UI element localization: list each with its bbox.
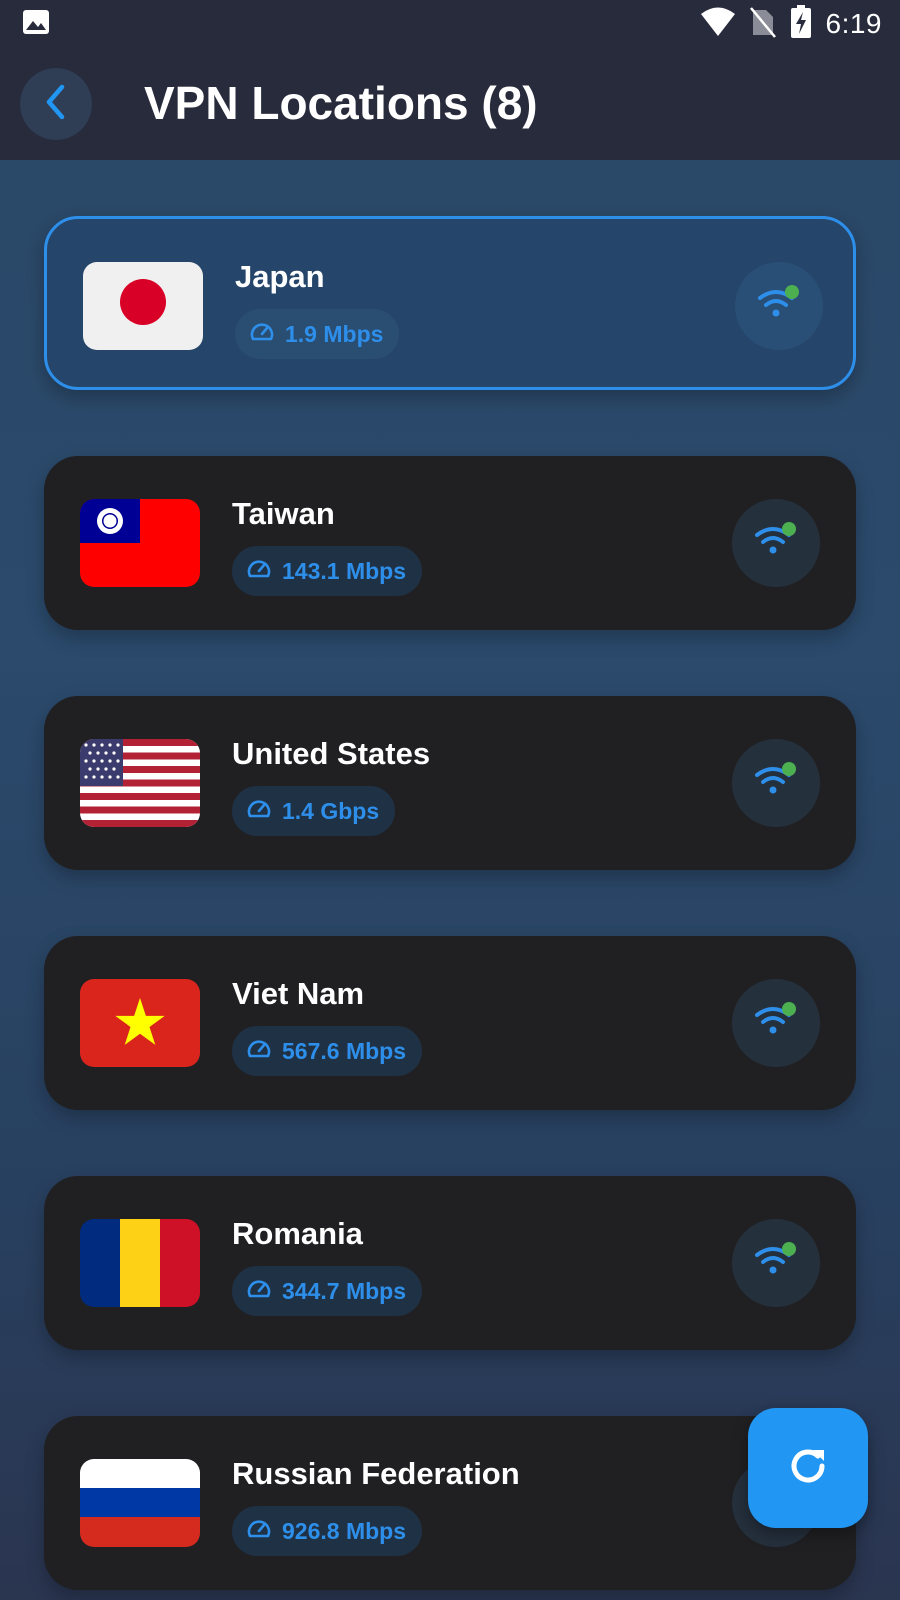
speed-value: 926.8 Mbps (282, 1517, 406, 1544)
no-sim-icon (749, 6, 776, 43)
speed-badge: 143.1 Mbps (232, 546, 422, 596)
back-button[interactable] (20, 68, 92, 140)
country-name: Viet Nam (232, 976, 365, 1011)
connect-button[interactable] (732, 739, 820, 827)
wifi-icon (700, 7, 736, 42)
chevron-left-icon (41, 82, 71, 127)
speed-value: 1.9 Mbps (285, 320, 384, 347)
location-card-viet-nam[interactable]: Viet Nam 567.6 Mbps (44, 936, 856, 1110)
wifi-signal-icon (753, 521, 799, 566)
speed-value: 567.6 Mbps (282, 1037, 406, 1064)
romania-flag-icon (80, 1219, 200, 1307)
speed-badge: 344.7 Mbps (232, 1266, 422, 1316)
speedometer-icon (246, 1518, 272, 1545)
wifi-signal-icon (753, 1001, 799, 1046)
location-card-japan[interactable]: Japan 1.9 Mbps (44, 216, 856, 390)
connect-button[interactable] (735, 262, 823, 350)
country-name: Taiwan (232, 496, 335, 531)
japan-flag-icon (83, 262, 203, 350)
taiwan-flag-icon (80, 499, 200, 587)
status-time: 6:19 (825, 8, 882, 39)
image-icon (22, 9, 50, 40)
location-card-romania[interactable]: Romania 344.7 Mbps (44, 1176, 856, 1350)
speed-value: 1.4 Gbps (282, 797, 380, 824)
connect-button[interactable] (732, 499, 820, 587)
speed-badge: 1.9 Mbps (235, 309, 400, 359)
speed-badge: 567.6 Mbps (232, 1026, 422, 1076)
refresh-button[interactable] (748, 1408, 868, 1528)
vietnam-flag-icon (80, 979, 200, 1067)
speedometer-icon (246, 1038, 272, 1065)
country-name: Romania (232, 1216, 363, 1251)
country-name: Japan (235, 259, 325, 294)
speedometer-icon (246, 558, 272, 585)
status-bar: 6:19 (0, 0, 900, 48)
location-card-russian-federation[interactable]: Russian Federation 926.8 Mbps (44, 1416, 856, 1590)
country-name: United States (232, 736, 431, 771)
country-name: Russian Federation (232, 1456, 520, 1491)
wifi-signal-icon (753, 1241, 799, 1286)
app-bar: VPN Locations (8) (0, 48, 900, 160)
connect-button[interactable] (732, 1219, 820, 1307)
location-card-united-states[interactable]: United States 1.4 Gbps (44, 696, 856, 870)
location-card-taiwan[interactable]: Taiwan 143.1 Mbps (44, 456, 856, 630)
speedometer-icon (246, 1278, 272, 1305)
russia-flag-icon (80, 1459, 200, 1547)
speed-value: 143.1 Mbps (282, 557, 406, 584)
wifi-signal-icon (756, 284, 802, 329)
battery-charging-icon (790, 4, 812, 44)
speedometer-icon (249, 321, 275, 348)
speed-badge: 1.4 Gbps (232, 786, 396, 836)
wifi-signal-icon (753, 761, 799, 806)
usa-flag-icon (80, 739, 200, 827)
refresh-icon (784, 1442, 832, 1495)
connect-button[interactable] (732, 979, 820, 1067)
speed-value: 344.7 Mbps (282, 1277, 406, 1304)
speed-badge: 926.8 Mbps (232, 1506, 422, 1556)
page-title: VPN Locations (8) (144, 77, 538, 129)
speedometer-icon (246, 798, 272, 825)
